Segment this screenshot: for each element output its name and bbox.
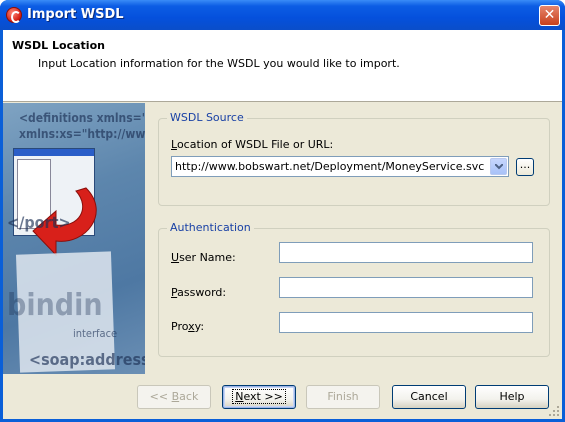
password-input[interactable] [279,277,533,298]
focus-rect: Next >> [232,389,286,404]
dialog-client: WSDL Location Input Location information… [3,30,562,419]
wsdl-location-combobox[interactable]: http://www.bobswart.net/Deployment/Money… [171,156,509,177]
art-code-line: bindin [7,288,103,323]
back-button[interactable]: << Back [137,385,211,409]
art-code-line: <soap:address [29,350,145,369]
app-icon [6,7,22,23]
browse-button[interactable]: ... [516,158,534,176]
wsdl-location-value: http://www.bobswart.net/Deployment/Money… [175,160,485,173]
art-code-line: </port> [7,213,71,232]
username-input[interactable] [279,242,533,263]
combobox-dropdown-button[interactable] [490,158,507,175]
authentication-legend: Authentication [167,221,254,234]
proxy-label: Proxy: [171,320,205,333]
close-button[interactable]: ✕ [539,5,560,26]
chevron-down-icon [495,164,503,170]
wsdl-source-group: WSDL Source Location of WSDL File or URL… [158,111,550,206]
page-subtitle: Input Location information for the WSDL … [38,57,400,70]
location-label: Location of WSDL File or URL: [171,138,334,151]
art-code-line: xmlns:xs="http://www.w [19,127,145,141]
username-label: User Name: [171,251,236,264]
proxy-input[interactable] [279,312,533,333]
cancel-button[interactable]: Cancel [392,385,466,409]
title-bar[interactable]: Import WSDL ✕ [0,0,565,30]
window-title: Import WSDL [27,7,124,22]
page-title: WSDL Location [12,39,105,52]
authentication-group: Authentication User Name: Password: Prox… [158,221,550,357]
wizard-side-image: <definitions xmlns=" xmlns:xs="http://ww… [3,103,145,374]
help-button[interactable]: Help [475,385,549,409]
finish-button[interactable]: Finish [306,385,380,409]
wizard-header: WSDL Location Input Location information… [3,30,562,102]
next-button[interactable]: Next >> [222,385,296,409]
resize-grip-icon[interactable] [548,405,560,417]
import-wsdl-dialog: Import WSDL ✕ WSDL Location Input Locati… [0,0,565,422]
wsdl-source-legend: WSDL Source [167,111,247,124]
close-icon: ✕ [543,7,556,23]
password-label: Password: [171,286,227,299]
art-code-line: <definitions xmlns=" [19,111,145,125]
art-code-line: interface [73,327,118,340]
